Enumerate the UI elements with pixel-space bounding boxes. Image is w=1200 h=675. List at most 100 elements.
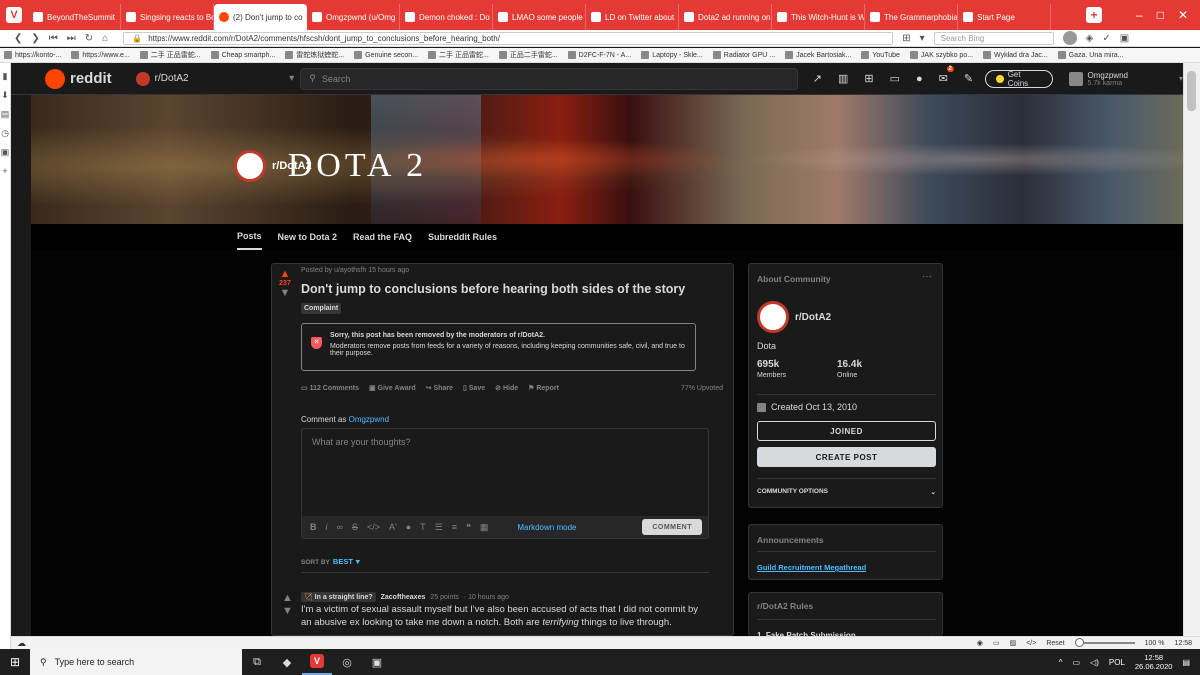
- markdown-mode-button[interactable]: Markdown mode: [517, 523, 576, 532]
- browser-tab[interactable]: Dota2 ad running on: [679, 4, 772, 30]
- search-bing-input[interactable]: Search Bing: [933, 31, 1054, 45]
- search-input[interactable]: ⚲ Search: [300, 67, 798, 90]
- zoom-slider-handle[interactable]: [1074, 638, 1084, 647]
- joined-button[interactable]: JOINED: [757, 421, 936, 441]
- minimize-icon[interactable]: –: [1136, 8, 1143, 22]
- bookmark-item[interactable]: Radiator GPU ...: [712, 51, 775, 59]
- tray-expand-icon[interactable]: ^: [1059, 658, 1063, 667]
- close-window-icon[interactable]: ✕: [1178, 8, 1188, 22]
- steam-taskbar-icon[interactable]: ◎: [332, 649, 362, 675]
- bookmark-item[interactable]: JAK szybko po...: [909, 51, 973, 59]
- numbered-list-icon[interactable]: ≡: [452, 522, 457, 532]
- community-selector[interactable]: r/DotA2 ▾: [135, 71, 294, 86]
- strikethrough-icon[interactable]: S: [352, 522, 358, 532]
- notes-panel-icon[interactable]: ▤: [0, 109, 10, 120]
- bold-icon[interactable]: B: [310, 522, 317, 532]
- vivaldi-menu-button[interactable]: V: [0, 0, 28, 30]
- comment-downvote-icon[interactable]: ▼: [282, 605, 293, 618]
- bookmark-icon[interactable]: ⊞: [902, 33, 910, 44]
- extension-icon[interactable]: ◈: [1086, 33, 1094, 44]
- reload-icon[interactable]: ↻: [85, 33, 93, 44]
- add-panel-icon[interactable]: +: [0, 166, 10, 176]
- user-menu[interactable]: Omgzpwnd 5.7k karma ▾: [1068, 71, 1183, 87]
- create-post-icon[interactable]: ✎: [964, 72, 973, 85]
- comment-upvote-icon[interactable]: ▲: [282, 592, 293, 605]
- upvote-icon[interactable]: ▲: [275, 268, 295, 280]
- app-icon-wolf[interactable]: ◆: [272, 649, 302, 675]
- task-view-icon[interactable]: ⧉: [242, 649, 272, 675]
- code-block-icon[interactable]: ▦: [480, 522, 489, 533]
- windows-start-icon[interactable]: ⊞: [0, 649, 30, 675]
- bookmark-item[interactable]: 二手 正品雷蛇...: [139, 50, 201, 60]
- capture-icon[interactable]: ◉: [977, 639, 983, 647]
- image-icon[interactable]: ▨: [1010, 639, 1017, 647]
- app-taskbar-icon[interactable]: ▣: [362, 649, 392, 675]
- scrollbar-thumb[interactable]: [1187, 71, 1196, 111]
- cloud-sync-icon[interactable]: ☁: [17, 638, 26, 649]
- browser-tab[interactable]: Demon choked : Do: [400, 4, 493, 30]
- bookmark-item[interactable]: https://konto-...: [4, 51, 61, 59]
- browser-tab[interactable]: Singsing reacts to Bo: [121, 4, 214, 30]
- comment-author[interactable]: Zacoftheaxes: [381, 594, 426, 601]
- sidebar-subreddit-name[interactable]: r/DotA2: [795, 312, 831, 323]
- bookmark-item[interactable]: 正品二手雷蛇...: [498, 50, 558, 60]
- network-icon[interactable]: ▭: [1072, 658, 1080, 667]
- video-icon[interactable]: ▭: [890, 72, 900, 85]
- dropdown-icon[interactable]: ▾: [920, 33, 925, 44]
- subreddit-nav-item[interactable]: New to Dota 2: [278, 224, 338, 250]
- page-scrollbar[interactable]: [1183, 63, 1200, 636]
- taskbar-search-input[interactable]: ⚲ Type here to search: [30, 649, 242, 675]
- subreddit-nav-item[interactable]: Posts: [237, 224, 262, 250]
- new-tab-button[interactable]: +: [1086, 7, 1102, 23]
- downvote-icon[interactable]: ▼: [275, 287, 295, 299]
- bookmark-item[interactable]: YouTube: [861, 51, 900, 59]
- zoom-reset-button[interactable]: Reset: [1046, 640, 1064, 647]
- profile-avatar[interactable]: [1062, 31, 1077, 45]
- home-icon[interactable]: ⌂: [102, 33, 108, 44]
- bookmark-item[interactable]: Jacek Bartosiak...: [785, 51, 851, 59]
- give-award-button[interactable]: ▣ Give Award: [369, 384, 416, 392]
- quote-icon[interactable]: ❝: [466, 522, 471, 533]
- zoom-slider[interactable]: [1074, 638, 1135, 647]
- bookmark-item[interactable]: Genuine secon...: [354, 51, 418, 59]
- reddit-home-link[interactable]: reddit: [45, 68, 112, 89]
- create-post-button[interactable]: CREATE POST: [757, 447, 936, 467]
- more-options-icon[interactable]: ···: [922, 271, 932, 282]
- browser-tab[interactable]: This Witch-Hunt is W: [772, 4, 865, 30]
- browser-tab[interactable]: BeyondTheSummit: [28, 4, 121, 30]
- language-indicator[interactable]: POL: [1109, 658, 1125, 667]
- forward-icon[interactable]: ❯: [31, 33, 39, 44]
- subreddit-nav-item[interactable]: Read the FAQ: [353, 224, 412, 250]
- extension-icon-2[interactable]: ✓: [1102, 33, 1110, 44]
- bulleted-list-icon[interactable]: ☰: [435, 522, 443, 533]
- post-flair[interactable]: Complaint: [301, 303, 342, 314]
- stats-icon[interactable]: ▥: [838, 72, 848, 85]
- italic-icon[interactable]: i: [326, 522, 328, 532]
- get-coins-button[interactable]: Get Coins: [985, 69, 1053, 88]
- share-button[interactable]: ↪ Share: [426, 384, 453, 392]
- maximize-icon[interactable]: □: [1157, 8, 1164, 22]
- save-button[interactable]: ▯ Save: [463, 384, 485, 392]
- chat-icon[interactable]: ●: [916, 73, 923, 85]
- popular-icon[interactable]: ↗: [813, 72, 822, 85]
- bookmark-item[interactable]: Gaza. Una mira...: [1057, 51, 1124, 59]
- comments-button[interactable]: ▭ 112 Comments: [301, 384, 359, 392]
- vivaldi-taskbar-icon[interactable]: V: [302, 649, 332, 675]
- sort-by-dropdown[interactable]: SORT BY BEST ▾: [301, 557, 360, 566]
- page-actions-icon[interactable]: </>: [1026, 640, 1036, 647]
- bookmark-item[interactable]: https://www.e...: [71, 51, 130, 59]
- link-icon[interactable]: ∞: [337, 522, 343, 532]
- spoiler-icon[interactable]: ●: [406, 522, 411, 532]
- back-icon[interactable]: ❮: [14, 33, 22, 44]
- announcement-link[interactable]: Guild Recruitment Megathread: [757, 563, 866, 572]
- notifications-icon[interactable]: ✉ 2: [939, 66, 954, 85]
- downloads-panel-icon[interactable]: ⬇: [0, 90, 10, 101]
- volume-icon[interactable]: ◁): [1090, 658, 1099, 667]
- taskbar-clock[interactable]: 12:58 26.06.2020: [1135, 653, 1173, 671]
- rewind-icon[interactable]: ⏮: [49, 33, 58, 44]
- comment-submit-button[interactable]: COMMENT: [642, 519, 702, 535]
- bookmark-item[interactable]: Wykład dra Jac...: [983, 51, 1048, 59]
- community-options-toggle[interactable]: COMMUNITY OPTIONS ⌄: [757, 488, 936, 496]
- window-panel-icon[interactable]: ▣: [0, 147, 10, 158]
- heading-icon[interactable]: T: [420, 522, 426, 532]
